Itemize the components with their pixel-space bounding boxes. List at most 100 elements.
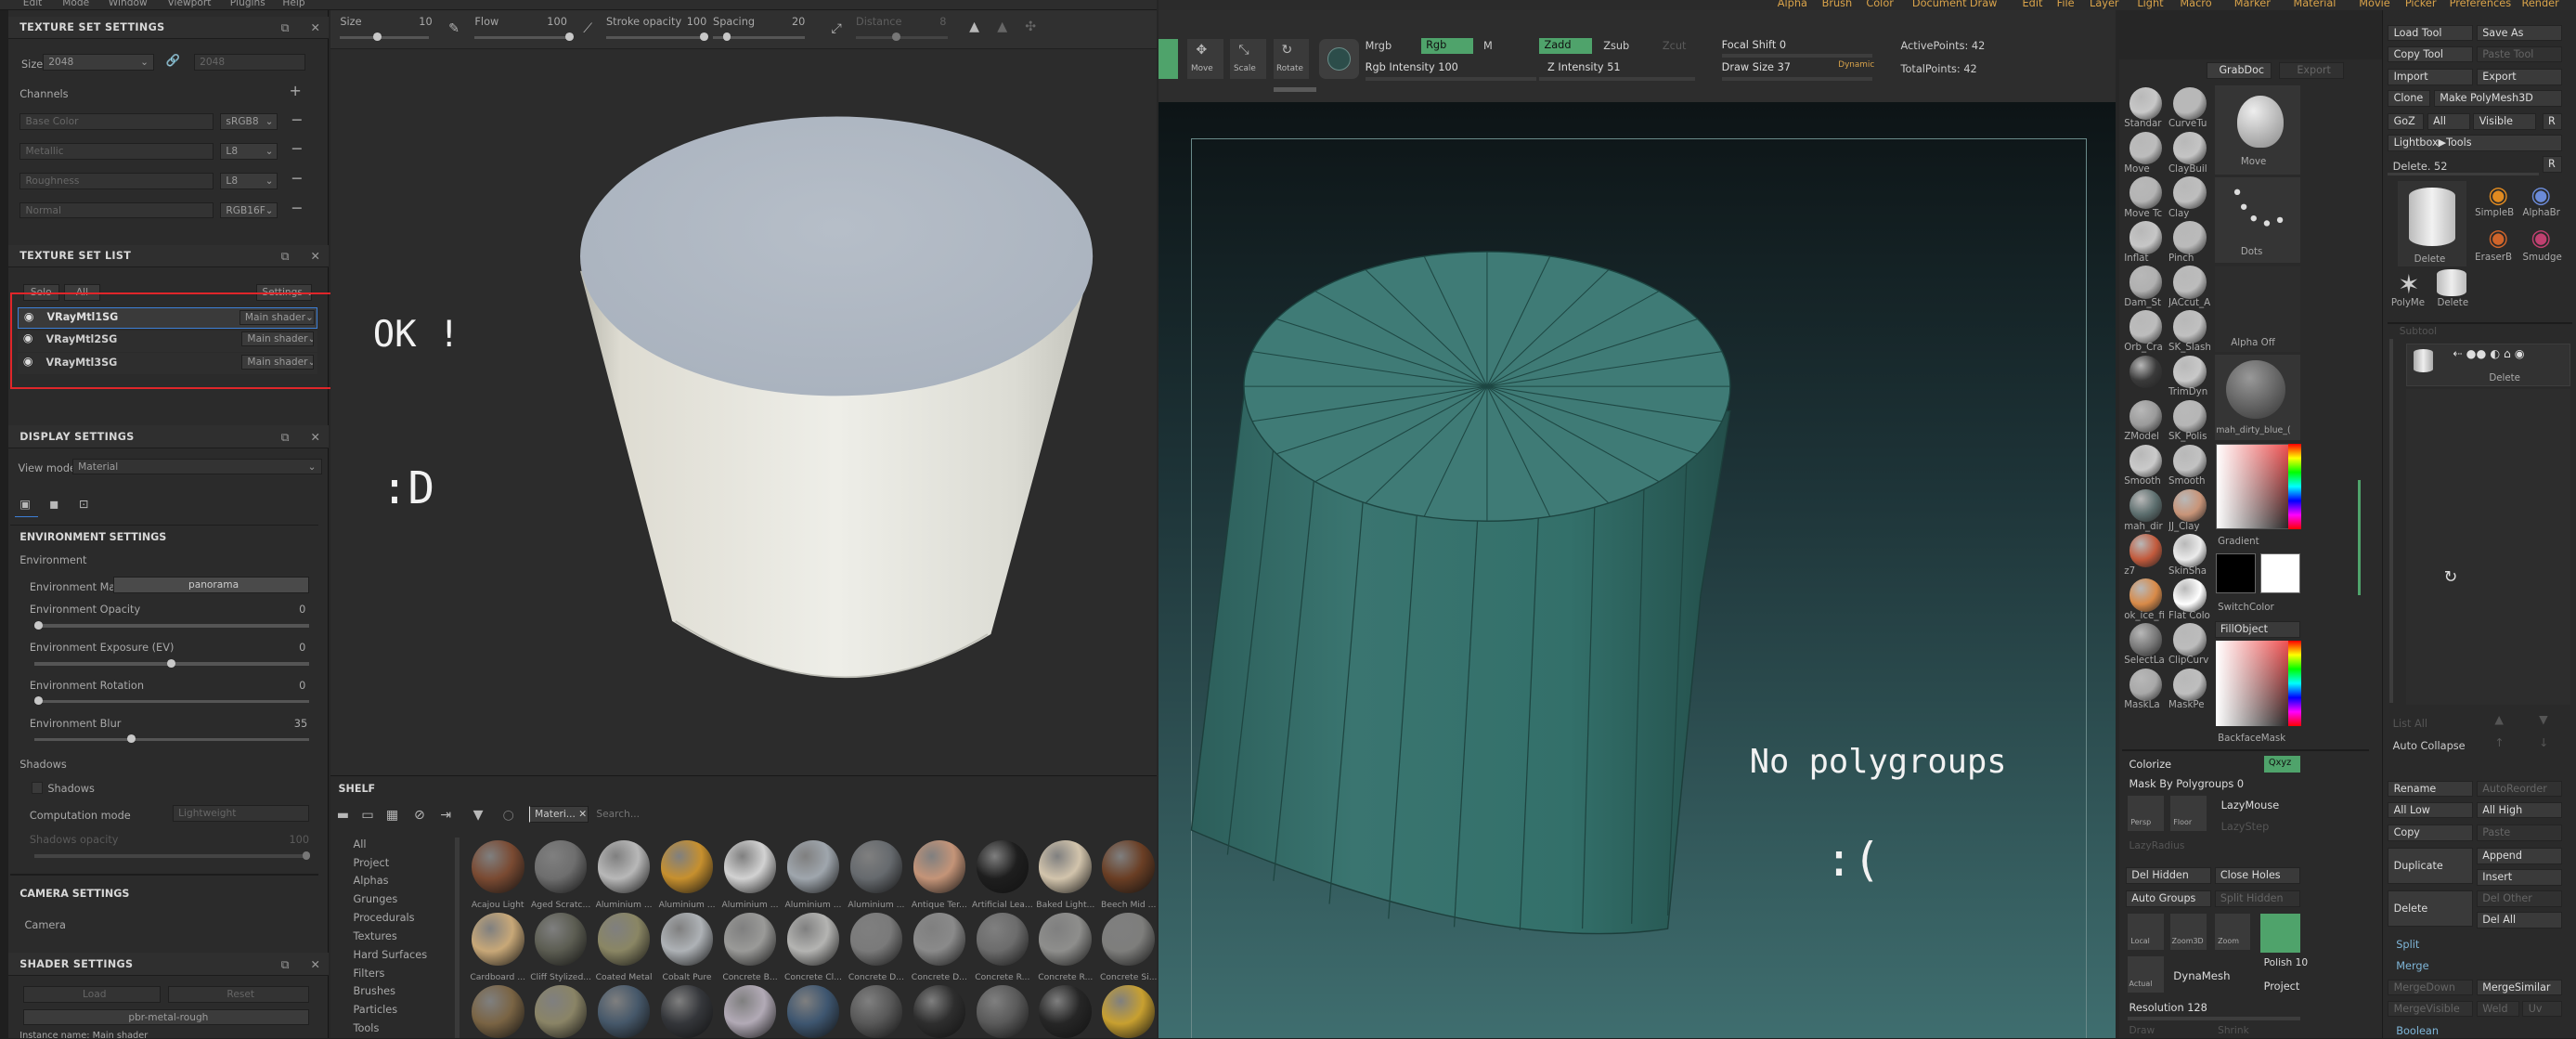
brush-thumbnail[interactable]	[2129, 176, 2162, 210]
polymesh-star-icon[interactable]: ✶	[2398, 269, 2420, 300]
secondary-color[interactable]	[2216, 553, 2256, 593]
brush-thumbnail[interactable]	[2129, 266, 2162, 299]
grid-icon[interactable]: ▦	[386, 808, 398, 823]
brush-thumbnail[interactable]	[2129, 578, 2162, 612]
shader-name-field[interactable]: pbr-metal-rough	[22, 1008, 309, 1026]
sp-menu-plugins[interactable]: Plugins	[230, 0, 265, 8]
lsym-button[interactable]	[2260, 913, 2300, 954]
import-icon[interactable]: ⇥	[440, 808, 451, 823]
close-icon[interactable]: ✕	[310, 250, 319, 263]
brush-thumbnail[interactable]	[2129, 131, 2162, 165]
symmetry-icon[interactable]: ▲	[969, 19, 979, 34]
spacing-slider[interactable]	[713, 32, 806, 42]
shelf-category[interactable]: Grunges	[353, 892, 397, 905]
dynamesh-button[interactable]: DynaMesh	[2173, 969, 2230, 982]
floor-button[interactable]: Floor	[2169, 795, 2207, 832]
env-opacity-slider[interactable]	[34, 620, 309, 630]
weld-button[interactable]: Weld	[2476, 1000, 2519, 1018]
remove-channel-icon[interactable]: −	[291, 169, 303, 187]
brush-thumbnail[interactable]	[2129, 221, 2162, 254]
focal-shift-slider[interactable]: Focal Shift 0	[1722, 38, 1786, 51]
stroke-selector[interactable]: Dots	[2214, 177, 2300, 264]
hue-strip[interactable]	[2288, 443, 2302, 529]
shelf-search-input[interactable]	[596, 806, 892, 823]
material-thumbnail[interactable]	[723, 985, 777, 1038]
material-thumbnail[interactable]	[1102, 913, 1156, 966]
folder-icon[interactable]: ▬	[337, 808, 349, 823]
zb-menu-item[interactable]: Preferences	[2450, 0, 2512, 9]
float-icon[interactable]: ⧉	[281, 21, 290, 35]
subtool-row[interactable]: ⇠ ●● ◐ ⌂ ◉ Delete	[2405, 343, 2570, 386]
save-as-button[interactable]: Save As	[2476, 24, 2562, 42]
channel-format[interactable]: L8 ⌄	[220, 172, 278, 189]
draw-size-slider[interactable]: Draw Size 37	[1722, 60, 1791, 73]
shader-reset-button[interactable]: Reset	[167, 985, 309, 1003]
sp-menu-mode[interactable]: Mode	[62, 0, 89, 8]
local-button[interactable]: Local	[2127, 913, 2164, 950]
zb-menu-item[interactable]: Layer	[2090, 0, 2119, 9]
remove-channel-icon[interactable]: −	[291, 139, 303, 157]
material-thumbnail[interactable]	[786, 840, 840, 893]
fillobject-button[interactable]: FillObject	[2214, 620, 2300, 638]
zb-menu-item[interactable]: Document	[1912, 0, 1967, 9]
arrow-up-icon[interactable]: ▲	[2494, 713, 2504, 726]
brush-thumbnail[interactable]	[2173, 266, 2207, 299]
draw-mode-button[interactable]	[1158, 39, 1178, 79]
paste-button[interactable]: Paste	[2476, 825, 2562, 842]
shadows-opacity-slider[interactable]	[34, 851, 311, 860]
backfacemask-button[interactable]: BackfaceMask	[2218, 733, 2285, 744]
dynamic-toggle[interactable]: Dynamic	[1838, 60, 1874, 70]
insert-button[interactable]: Insert	[2476, 869, 2562, 886]
brush-thumbnail[interactable]	[2173, 131, 2207, 165]
zb-menu-item[interactable]: Edit	[2022, 0, 2042, 9]
subtool-header[interactable]: Subtool	[2400, 325, 2437, 337]
mrgb-button[interactable]: Mrgb	[1366, 39, 1392, 52]
brush-thumbnail[interactable]	[2173, 221, 2207, 254]
slider-knob[interactable]	[891, 32, 900, 42]
zb-menu-item[interactable]: Brush	[1822, 0, 1853, 9]
project-toggle[interactable]: Project	[2264, 980, 2300, 993]
append-button[interactable]: Append	[2476, 848, 2562, 864]
z-intensity-slider[interactable]: Z Intensity 51	[1547, 60, 1621, 73]
filter-icon[interactable]: ▼	[473, 808, 484, 823]
material-thumbnail[interactable]	[913, 840, 966, 893]
env-map-field[interactable]: panorama	[113, 577, 309, 593]
merge-menu[interactable]: Merge	[2396, 959, 2428, 972]
mergesimilar-button[interactable]: MergeSimilar	[2476, 979, 2562, 996]
close-icon[interactable]: ✕	[310, 958, 319, 971]
material-thumbnail[interactable]	[976, 985, 1029, 1038]
scale-tool-button[interactable]: ⤡ Scale	[1230, 39, 1267, 79]
lazymouse-button[interactable]: LazyMouse	[2221, 799, 2280, 812]
visible-button[interactable]: Visible	[2473, 113, 2536, 130]
zb-menu-item[interactable]: Movie	[2359, 0, 2389, 9]
brush-thumbnail[interactable]	[2173, 355, 2207, 388]
load-tool-button[interactable]: Load Tool	[2388, 24, 2474, 42]
shelf-category[interactable]: Filters	[353, 967, 384, 980]
zadd-button[interactable]: Zadd	[1539, 37, 1592, 55]
del-hidden-button[interactable]: Del Hidden	[2125, 867, 2211, 885]
shelf-category[interactable]: Hard Surfaces	[353, 948, 427, 961]
material-thumbnail[interactable]	[723, 840, 777, 893]
main-color[interactable]	[2260, 553, 2300, 593]
brush-thumbnail[interactable]	[2173, 444, 2207, 478]
brush-thumbnail[interactable]	[2129, 355, 2162, 388]
sp-menu-help[interactable]: Help	[282, 0, 304, 8]
subtool-scrollbar[interactable]	[2389, 338, 2393, 704]
material-thumbnail[interactable]	[660, 985, 714, 1038]
close-holes-button[interactable]: Close Holes	[2214, 867, 2300, 885]
float-icon[interactable]: ⧉	[281, 250, 290, 264]
del-other-button[interactable]: Del Other	[2476, 890, 2562, 907]
slider-knob[interactable]	[34, 620, 43, 630]
material-thumbnail[interactable]	[534, 913, 588, 966]
brush-thumbnail[interactable]	[2129, 623, 2162, 656]
brush-thumbnail[interactable]	[2129, 310, 2162, 344]
smudgebrush-icon[interactable]: ◉	[2531, 224, 2551, 251]
zb-viewport[interactable]: No polygroups :(	[1158, 101, 2116, 1039]
slider-knob[interactable]	[372, 32, 382, 42]
actual-button[interactable]: Actual	[2127, 955, 2164, 993]
material-thumbnail[interactable]	[1102, 985, 1156, 1038]
grabdoc-button[interactable]: GrabDoc	[2206, 62, 2272, 79]
clear-filter-icon[interactable]: ○	[503, 808, 514, 823]
zb-menu-item[interactable]: Picker	[2405, 0, 2437, 9]
float-icon[interactable]: ⧉	[281, 958, 290, 972]
